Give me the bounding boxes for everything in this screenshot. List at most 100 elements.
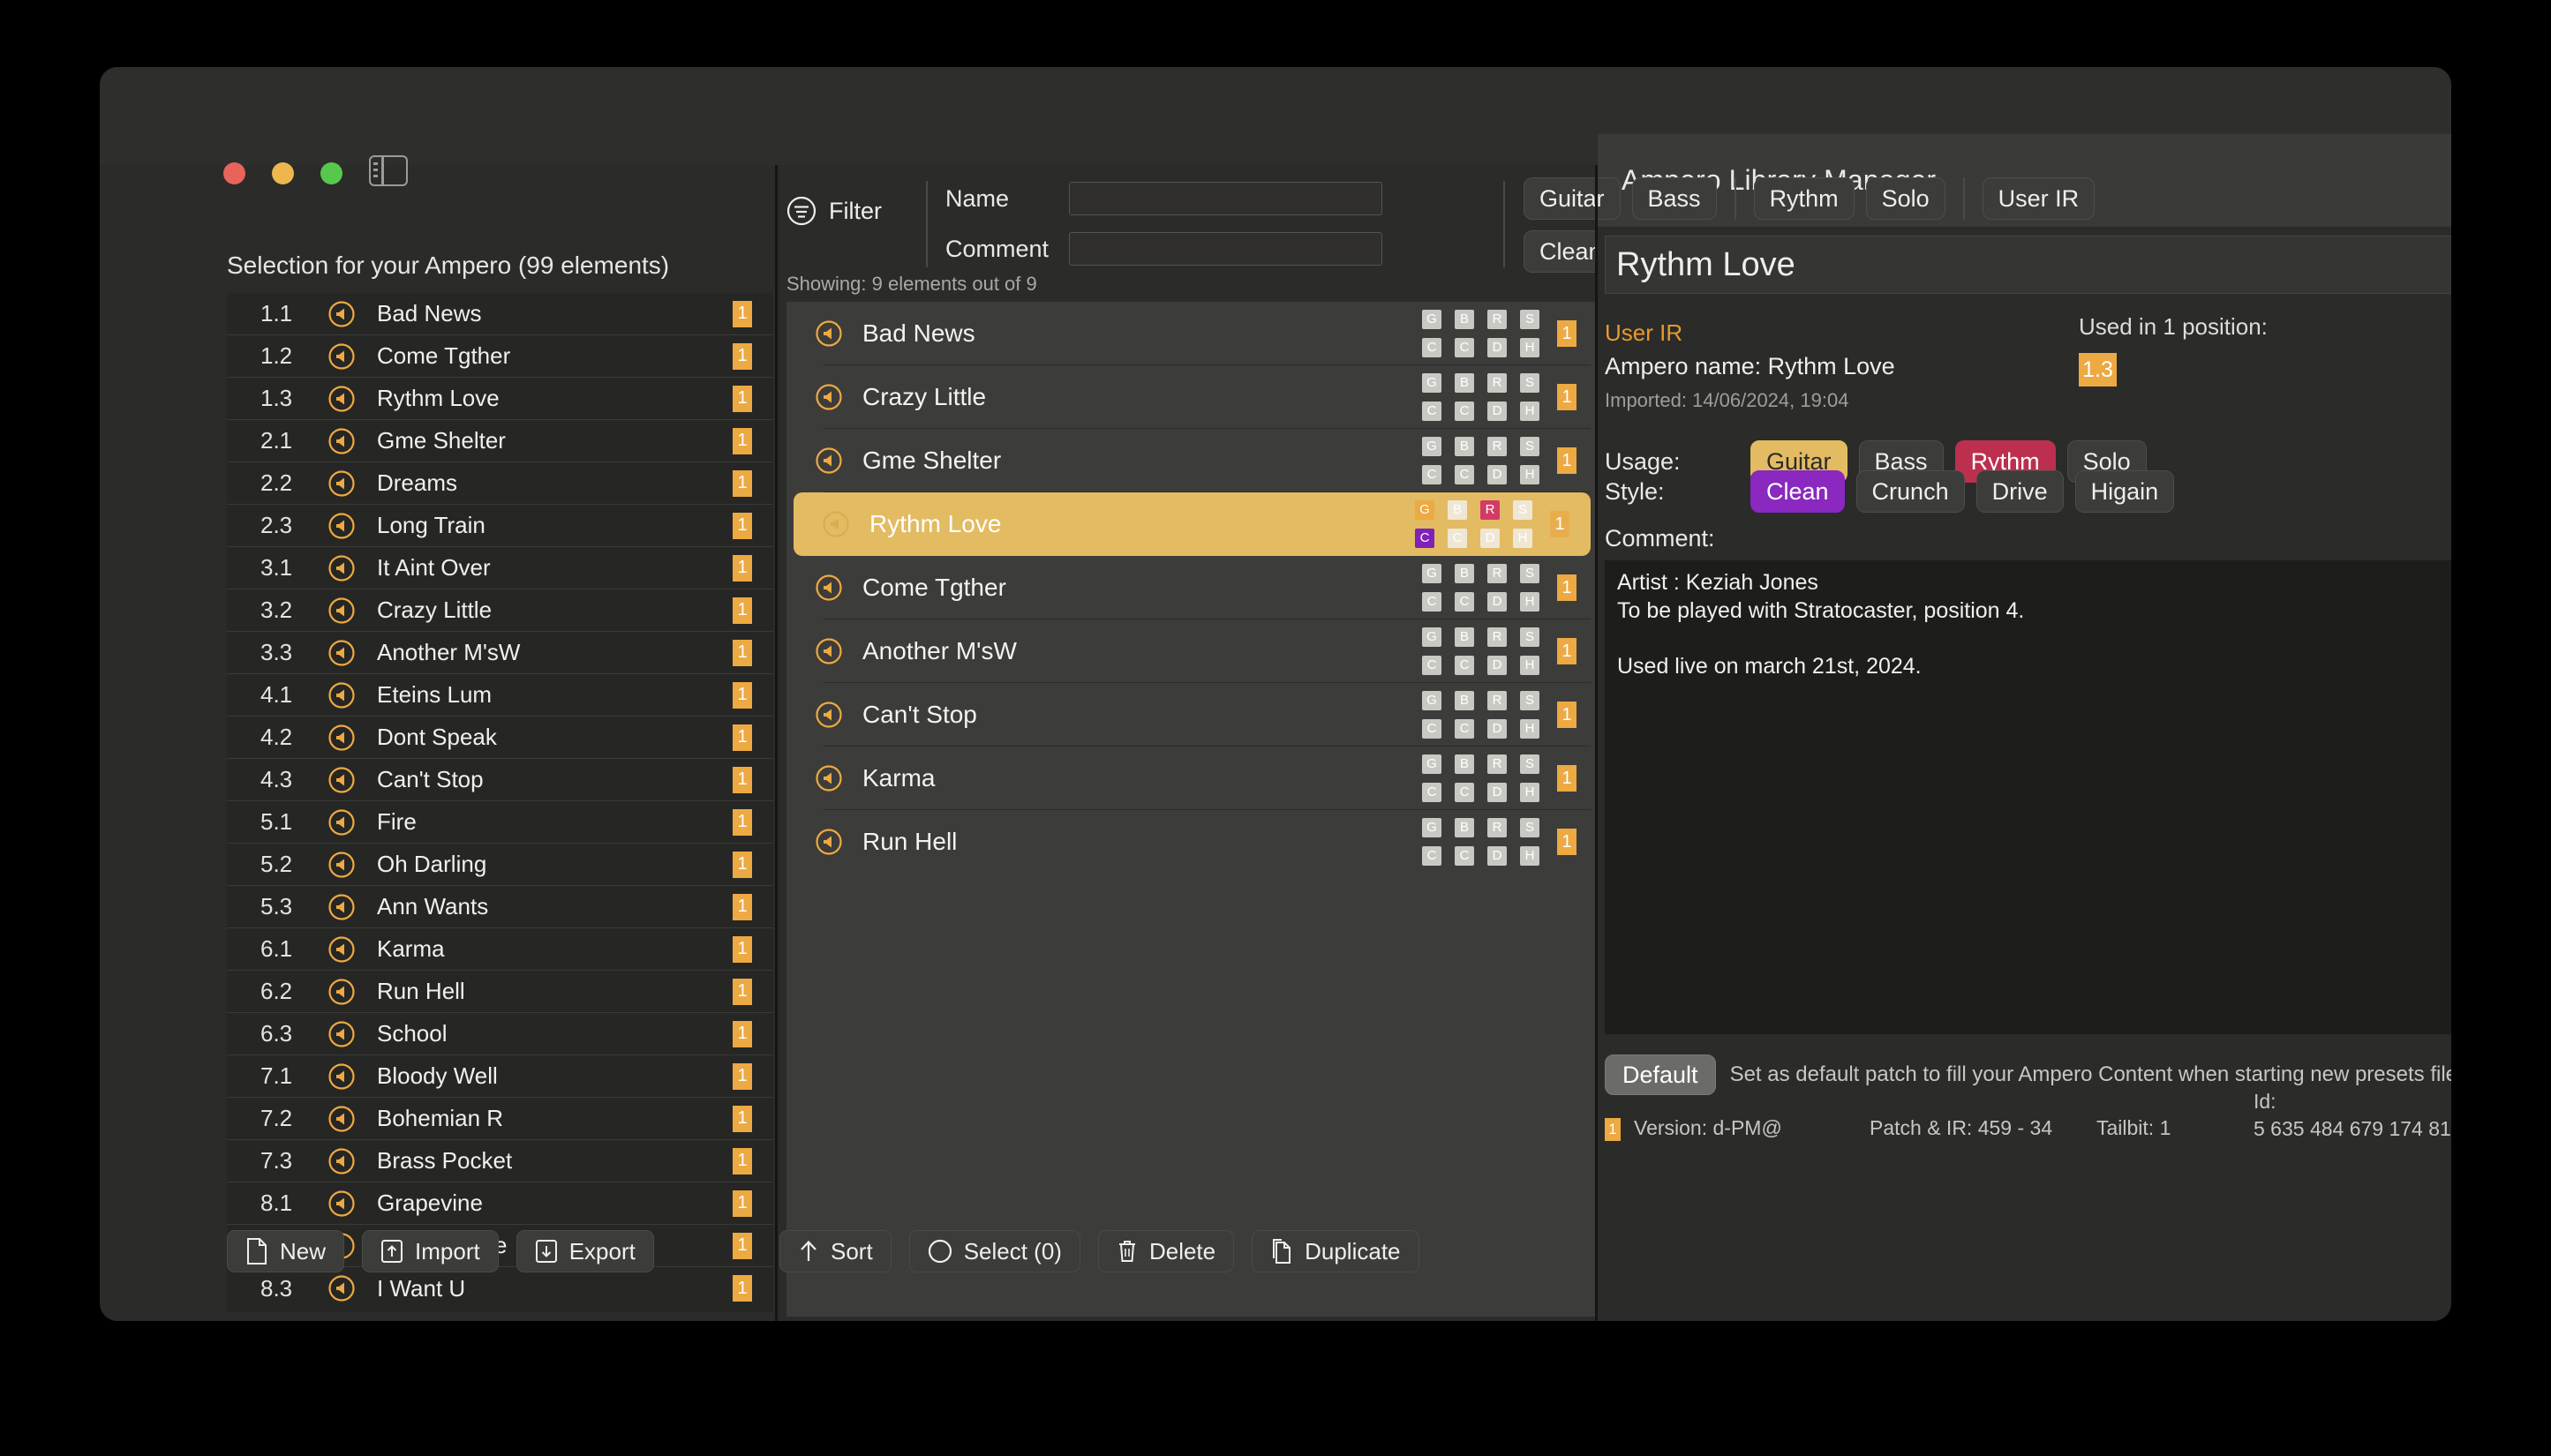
tag-c-bottom-0[interactable]: C: [1422, 783, 1441, 802]
export-button[interactable]: Export: [515, 1230, 654, 1272]
tag-d-bottom-2[interactable]: D: [1480, 529, 1500, 548]
style-drive-button[interactable]: Drive: [1975, 470, 2064, 513]
filter-bass-button[interactable]: Bass: [1631, 177, 1717, 220]
speaker-icon[interactable]: [815, 383, 843, 411]
select-button[interactable]: Select (0): [908, 1230, 1080, 1272]
speaker-icon[interactable]: [327, 1062, 356, 1091]
tag-d-bottom-2[interactable]: D: [1487, 338, 1507, 357]
style-clean-button[interactable]: Clean: [1750, 470, 1845, 513]
import-button[interactable]: Import: [362, 1230, 499, 1272]
comment-box[interactable]: Artist : Keziah Jones To be played with …: [1605, 560, 2451, 1034]
tag-c-bottom-0[interactable]: C: [1422, 656, 1441, 675]
tag-g-top[interactable]: G: [1422, 564, 1441, 583]
tag-h-bottom-3[interactable]: H: [1520, 846, 1539, 866]
tag-b-top[interactable]: B: [1455, 564, 1474, 583]
tag-d-bottom-2[interactable]: D: [1487, 402, 1507, 421]
filter-solo-button[interactable]: Solo: [1865, 177, 1945, 220]
speaker-icon[interactable]: [815, 319, 843, 348]
table-row[interactable]: Gme Shelter G B R S C C D H 1: [786, 429, 1598, 492]
tag-g-top[interactable]: G: [1422, 691, 1441, 710]
speaker-icon[interactable]: [327, 1147, 356, 1175]
list-item[interactable]: 7.1 Bloody Well 1: [227, 1055, 773, 1098]
list-item[interactable]: 6.3 School 1: [227, 1013, 773, 1055]
speaker-icon[interactable]: [327, 1190, 356, 1218]
tag-c-bottom-1[interactable]: C: [1455, 846, 1474, 866]
tag-r-top[interactable]: R: [1487, 754, 1507, 774]
tag-c-bottom-0[interactable]: C: [1422, 592, 1441, 612]
speaker-icon[interactable]: [327, 724, 356, 752]
speaker-icon[interactable]: [327, 300, 356, 328]
list-item[interactable]: 4.2 Dont Speak 1: [227, 717, 773, 759]
tag-s-top[interactable]: S: [1513, 500, 1532, 520]
position-badge[interactable]: 1.3: [2079, 353, 2117, 387]
list-item[interactable]: 5.1 Fire 1: [227, 801, 773, 844]
table-row[interactable]: Run Hell G B R S C C D H 1: [786, 810, 1598, 874]
list-item[interactable]: 1.2 Come Tgther 1: [227, 335, 773, 378]
tag-h-bottom-3[interactable]: H: [1520, 465, 1539, 484]
name-input[interactable]: [1069, 182, 1382, 215]
tag-r-top[interactable]: R: [1487, 818, 1507, 837]
speaker-icon[interactable]: [327, 681, 356, 709]
ampero-selection-list[interactable]: 1.1 Bad News 1 1.2 Come Tgther 1 1.3 Rythm Love…: [227, 293, 773, 1312]
tag-s-top[interactable]: S: [1520, 627, 1539, 647]
speaker-icon[interactable]: [815, 447, 843, 475]
patch-name-field[interactable]: Rythm Love: [1605, 236, 2451, 294]
table-row[interactable]: Rythm Love G B R S C C D H 1: [794, 492, 1591, 556]
tag-g-top[interactable]: G: [1422, 754, 1441, 774]
table-row[interactable]: Bad News G B R S C C D H 1: [786, 302, 1598, 365]
tag-c-bottom-1[interactable]: C: [1455, 338, 1474, 357]
tag-c-bottom-1[interactable]: C: [1455, 719, 1474, 739]
table-row[interactable]: Another M'sW G B R S C C D H 1: [786, 619, 1598, 683]
tag-r-top[interactable]: R: [1487, 691, 1507, 710]
list-item[interactable]: 7.3 Brass Pocket 1: [227, 1140, 773, 1182]
list-item[interactable]: 6.1 Karma 1: [227, 928, 773, 971]
tag-b-top[interactable]: B: [1455, 754, 1474, 774]
list-item[interactable]: 1.3 Rythm Love 1: [227, 378, 773, 420]
tag-h-bottom-3[interactable]: H: [1520, 402, 1539, 421]
sort-button[interactable]: Sort: [779, 1230, 892, 1272]
tag-c-bottom-0[interactable]: C: [1422, 338, 1441, 357]
speaker-icon[interactable]: [327, 1020, 356, 1048]
default-button[interactable]: Default: [1605, 1054, 1716, 1095]
tag-r-top[interactable]: R: [1487, 373, 1507, 393]
tag-c-bottom-0[interactable]: C: [1422, 719, 1441, 739]
style-higain-button[interactable]: Higain: [2074, 470, 2175, 513]
tag-r-top[interactable]: R: [1480, 500, 1500, 520]
tag-r-top[interactable]: R: [1487, 437, 1507, 456]
list-item[interactable]: 3.1 It Aint Over 1: [227, 547, 773, 589]
speaker-icon[interactable]: [327, 978, 356, 1006]
tag-s-top[interactable]: S: [1520, 310, 1539, 329]
speaker-icon[interactable]: [822, 510, 850, 538]
speaker-icon[interactable]: [815, 828, 843, 856]
speaker-icon[interactable]: [327, 851, 356, 879]
tag-h-bottom-3[interactable]: H: [1520, 719, 1539, 739]
tag-d-bottom-2[interactable]: D: [1487, 656, 1507, 675]
speaker-icon[interactable]: [327, 385, 356, 413]
list-item[interactable]: 5.2 Oh Darling 1: [227, 844, 773, 886]
list-item[interactable]: 5.3 Ann Wants 1: [227, 886, 773, 928]
tag-g-top[interactable]: G: [1422, 627, 1441, 647]
tag-c-bottom-0[interactable]: C: [1422, 846, 1441, 866]
tag-g-top[interactable]: G: [1422, 818, 1441, 837]
tag-d-bottom-2[interactable]: D: [1487, 592, 1507, 612]
tag-c-bottom-1[interactable]: C: [1455, 465, 1474, 484]
tag-d-bottom-2[interactable]: D: [1487, 719, 1507, 739]
tag-d-bottom-2[interactable]: D: [1487, 465, 1507, 484]
tag-b-top[interactable]: B: [1455, 691, 1474, 710]
filter-user-ir-button[interactable]: User IR: [1982, 177, 2096, 220]
list-item[interactable]: 7.2 Bohemian R 1: [227, 1098, 773, 1140]
list-item[interactable]: 2.2 Dreams 1: [227, 462, 773, 505]
speaker-icon[interactable]: [327, 1274, 356, 1302]
tag-c-bottom-0[interactable]: C: [1422, 402, 1441, 421]
tag-h-bottom-3[interactable]: H: [1520, 338, 1539, 357]
tag-r-top[interactable]: R: [1487, 627, 1507, 647]
tag-b-top[interactable]: B: [1448, 500, 1467, 520]
new-button[interactable]: New: [227, 1230, 345, 1272]
tag-b-top[interactable]: B: [1455, 627, 1474, 647]
tag-d-bottom-2[interactable]: D: [1487, 783, 1507, 802]
tag-c-bottom-1[interactable]: C: [1455, 783, 1474, 802]
tag-c-bottom-0[interactable]: C: [1422, 465, 1441, 484]
list-item[interactable]: 3.3 Another M'sW 1: [227, 632, 773, 674]
tag-b-top[interactable]: B: [1455, 437, 1474, 456]
tag-s-top[interactable]: S: [1520, 564, 1539, 583]
